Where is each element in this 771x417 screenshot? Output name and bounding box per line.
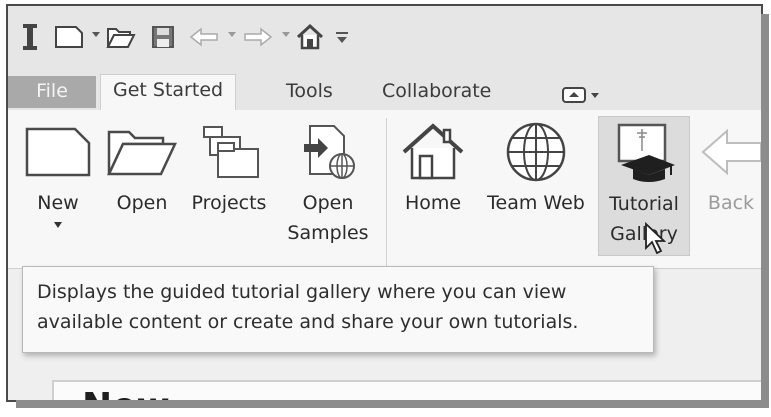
- ribbon-display-icon[interactable]: [562, 86, 599, 104]
- undo-dropdown-icon[interactable]: [228, 32, 236, 37]
- tab-get-started[interactable]: Get Started: [100, 74, 237, 111]
- app-window: File Get Started Tools Collaborate New O…: [6, 4, 763, 402]
- redo-dropdown-icon[interactable]: [282, 32, 290, 37]
- undo-icon[interactable]: [186, 22, 222, 52]
- new-section-panel: New: [52, 380, 761, 400]
- save-icon[interactable]: [148, 22, 178, 52]
- ribbon-separator: [386, 118, 387, 268]
- globe-icon: [478, 116, 594, 188]
- tab-file[interactable]: File: [8, 76, 96, 108]
- back-label: Back: [707, 192, 755, 214]
- projects-label: Projects: [191, 192, 267, 214]
- tooltip-line2: available content or create and share yo…: [37, 311, 579, 333]
- ribbon-panel: New Open Projects Open Samples Home Team…: [8, 110, 761, 269]
- tooltip-line1: Displays the guided tutorial gallery whe…: [37, 281, 567, 303]
- quick-access-toolbar: [8, 6, 761, 68]
- open-label: Open: [116, 192, 168, 214]
- back-button[interactable]: Back: [696, 116, 761, 218]
- mouse-pointer-icon: [644, 221, 668, 260]
- tab-collaborate[interactable]: Collaborate: [370, 76, 503, 110]
- customize-icon[interactable]: [332, 22, 352, 52]
- open-samples-label-line2: Samples: [287, 222, 369, 244]
- home-button[interactable]: Home: [396, 116, 470, 218]
- home-label: Home: [404, 192, 462, 214]
- window-shadow-right: [761, 14, 769, 406]
- tutorial-gallery-label-line1: Tutorial: [609, 193, 679, 215]
- open-samples-icon: [280, 116, 376, 188]
- new-dropdown-arrow-icon[interactable]: [54, 222, 62, 228]
- projects-icon: [186, 116, 272, 188]
- tutorial-gallery-tooltip: Displays the guided tutorial gallery whe…: [22, 266, 654, 353]
- redo-icon[interactable]: [240, 22, 276, 52]
- home-large-icon: [396, 116, 470, 188]
- ribbon-tabs: File Get Started Tools Collaborate: [8, 68, 761, 111]
- team-web-button[interactable]: Team Web: [478, 116, 594, 218]
- open-samples-button[interactable]: Open Samples: [280, 116, 376, 248]
- app-logo-icon: [18, 22, 42, 52]
- open-folder-icon[interactable]: [104, 22, 138, 52]
- new-file-icon[interactable]: [52, 22, 86, 52]
- projects-button[interactable]: Projects: [186, 116, 272, 218]
- open-samples-label-line1: Open: [302, 192, 354, 214]
- new-label: New: [37, 192, 79, 214]
- home-icon[interactable]: [294, 22, 326, 52]
- new-dropdown-icon[interactable]: [92, 32, 100, 37]
- team-web-label: Team Web: [487, 192, 585, 214]
- open-folder-large-icon: [106, 116, 178, 188]
- tutorial-gallery-icon: [599, 117, 689, 189]
- tab-tools[interactable]: Tools: [274, 76, 345, 110]
- back-arrow-icon: [696, 116, 761, 188]
- new-button[interactable]: New: [22, 116, 94, 228]
- open-button[interactable]: Open: [106, 116, 178, 218]
- window-shadow-bottom: [16, 400, 769, 408]
- new-document-icon: [22, 116, 94, 188]
